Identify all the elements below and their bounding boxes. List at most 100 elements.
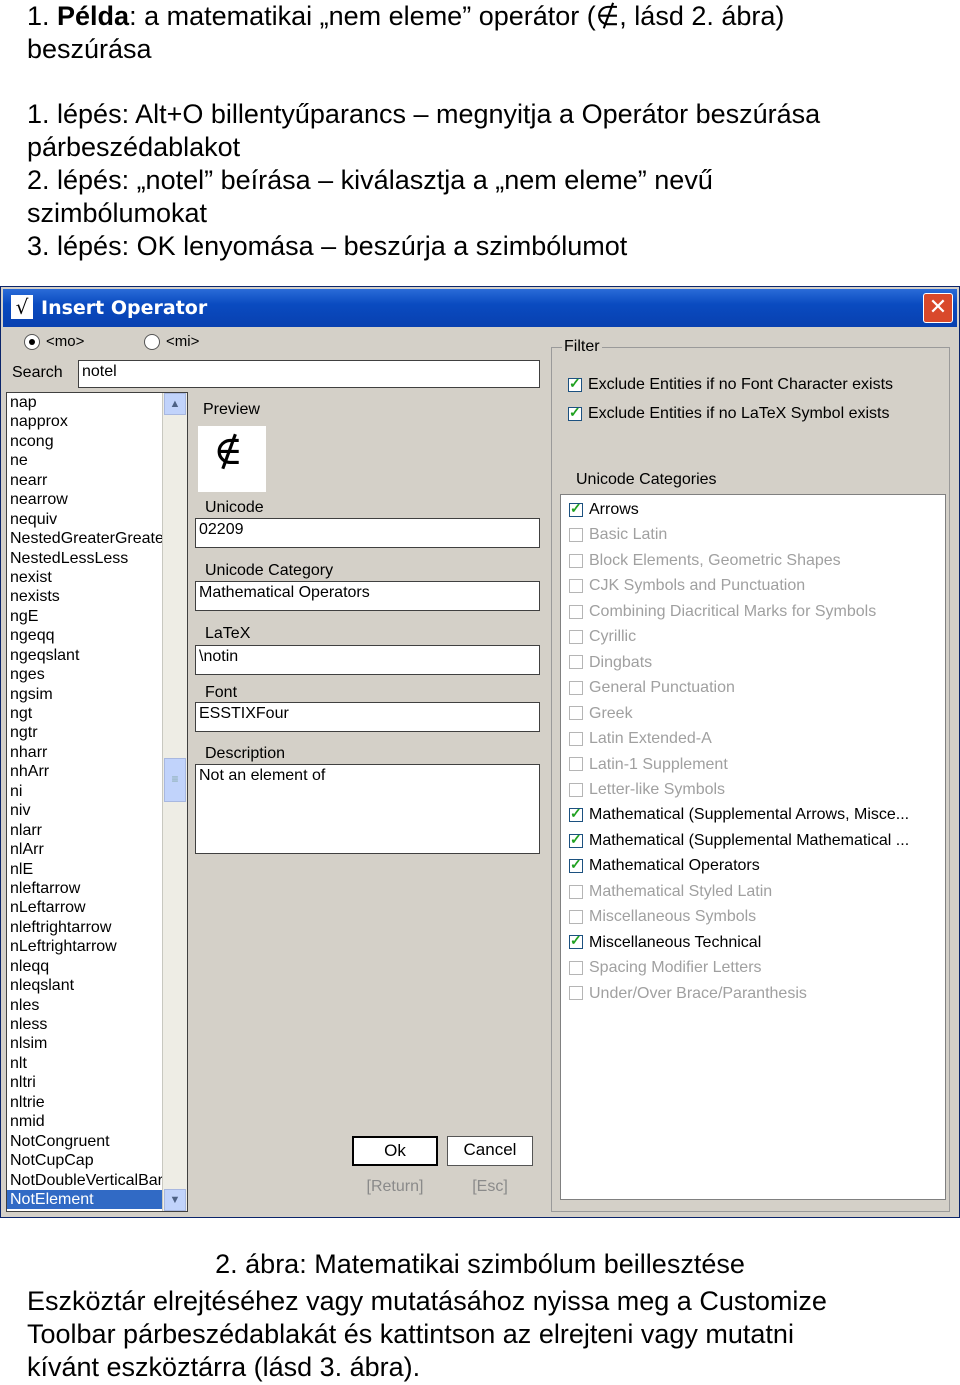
category-checkbox[interactable]: Mathematical (Supplemental Mathematical … xyxy=(569,831,909,850)
list-item[interactable]: nmid xyxy=(7,1112,163,1131)
list-item[interactable]: nequiv xyxy=(7,510,163,529)
list-item[interactable]: nhArr xyxy=(7,762,163,781)
checkbox-checked-icon[interactable] xyxy=(568,375,582,392)
list-item[interactable]: nlt xyxy=(7,1054,163,1073)
entity-list-items[interactable]: nap napprox ncong ne nearr nearrow nequiv Neste… xyxy=(7,393,163,1210)
category-checkbox[interactable]: Miscellaneous Symbols xyxy=(569,908,756,926)
list-item[interactable]: napprox xyxy=(7,412,163,431)
category-checkbox[interactable]: Greek xyxy=(569,705,633,723)
category-checkbox[interactable]: Combining Diacritical Marks for Symbols xyxy=(569,603,876,621)
list-item[interactable]: nges xyxy=(7,665,163,684)
list-scrollbar[interactable]: ▲ ≡ ▼ xyxy=(162,393,187,1211)
checkbox-unchecked-icon[interactable] xyxy=(569,655,583,670)
list-item[interactable]: nearrow xyxy=(7,490,163,509)
list-item[interactable]: ngeqslant xyxy=(7,646,163,665)
list-item[interactable]: nleqq xyxy=(7,957,163,976)
category-checkbox[interactable]: Mathematical (Supplemental Arrows, Misce… xyxy=(569,805,909,824)
list-item[interactable]: nexists xyxy=(7,587,163,606)
ok-button[interactable]: Ok xyxy=(352,1136,438,1166)
scroll-down-icon[interactable]: ▼ xyxy=(164,1189,186,1211)
checkbox-unchecked-icon[interactable] xyxy=(569,909,583,924)
checkbox-checked-icon[interactable] xyxy=(569,500,583,517)
radio-mo-dot[interactable] xyxy=(24,334,40,351)
list-item[interactable]: nltri xyxy=(7,1073,163,1092)
checkbox-unchecked-icon[interactable] xyxy=(569,630,583,645)
search-input[interactable]: notel xyxy=(78,360,540,388)
checkbox-unchecked-icon[interactable] xyxy=(569,782,583,797)
checkbox-checked-icon[interactable] xyxy=(569,831,583,848)
radio-mi-dot[interactable] xyxy=(144,334,160,351)
checkbox-unchecked-icon[interactable] xyxy=(569,528,583,543)
checkbox-unchecked-icon[interactable] xyxy=(569,706,583,721)
list-item[interactable]: ni xyxy=(7,782,163,801)
exclude-latex-checkbox[interactable]: Exclude Entities if no LaTeX Symbol exis… xyxy=(568,404,889,423)
category-checkbox[interactable]: Arrows xyxy=(569,500,639,519)
list-item[interactable]: nLeftrightarrow xyxy=(7,937,163,956)
close-button[interactable]: ✕ xyxy=(923,293,953,323)
list-item[interactable]: nleftrightarrow xyxy=(7,918,163,937)
checkbox-unchecked-icon[interactable] xyxy=(569,604,583,619)
category-checkbox[interactable]: Spacing Modifier Letters xyxy=(569,959,762,977)
list-item[interactable]: nltrie xyxy=(7,1093,163,1112)
unicode-category-field[interactable]: Mathematical Operators xyxy=(195,581,540,611)
category-checkbox[interactable]: Basic Latin xyxy=(569,526,667,544)
dialog-titlebar[interactable]: √ Insert Operator ✕ xyxy=(3,289,957,327)
cancel-button[interactable]: Cancel xyxy=(447,1136,533,1166)
list-item[interactable]: NestedLessLess xyxy=(7,549,163,568)
checkbox-unchecked-icon[interactable] xyxy=(569,757,583,772)
category-checkbox[interactable]: Block Elements, Geometric Shapes xyxy=(569,552,841,570)
category-checkbox[interactable]: Cyrillic xyxy=(569,628,636,646)
checkbox-unchecked-icon[interactable] xyxy=(569,960,583,975)
list-item[interactable]: nlarr xyxy=(7,821,163,840)
latex-field[interactable]: \notin xyxy=(195,645,540,675)
list-item[interactable]: nlsim xyxy=(7,1034,163,1053)
entity-list[interactable]: nap napprox ncong ne nearr nearrow nequiv Neste… xyxy=(6,392,188,1212)
category-checkbox[interactable]: Under/Over Brace/Paranthesis xyxy=(569,985,807,1003)
list-item[interactable]: nlE xyxy=(7,860,163,879)
list-item[interactable]: NotElement xyxy=(7,1189,163,1210)
list-item[interactable]: nharr xyxy=(7,743,163,762)
list-item[interactable]: nap xyxy=(7,393,163,412)
category-checkbox[interactable]: Mathematical Operators xyxy=(569,856,760,875)
category-checkbox[interactable]: Latin-1 Supplement xyxy=(569,756,728,774)
list-item[interactable]: ngsim xyxy=(7,685,163,704)
unicode-categories-list[interactable]: Arrows Basic Latin Block Elements, Geometr… xyxy=(560,494,946,1200)
list-item[interactable]: niv xyxy=(7,801,163,820)
list-item[interactable]: NotDoubleVerticalBar xyxy=(7,1171,163,1190)
radio-mo[interactable]: <mo> xyxy=(24,333,84,351)
checkbox-unchecked-icon[interactable] xyxy=(569,680,583,695)
checkbox-checked-icon[interactable] xyxy=(569,932,583,950)
category-checkbox[interactable]: Miscellaneous Technical xyxy=(569,932,761,952)
list-item[interactable]: ncong xyxy=(7,432,163,451)
category-checkbox[interactable]: Latin Extended-A xyxy=(569,730,712,748)
checkbox-unchecked-icon[interactable] xyxy=(569,884,583,899)
list-item[interactable]: NestedGreaterGreater xyxy=(7,529,163,548)
radio-mi[interactable]: <mi> xyxy=(144,333,199,351)
checkbox-unchecked-icon[interactable] xyxy=(569,731,583,746)
list-item[interactable]: ngeqq xyxy=(7,626,163,645)
list-item[interactable]: nexist xyxy=(7,568,163,587)
category-checkbox[interactable]: Mathematical Styled Latin xyxy=(569,883,772,901)
category-checkbox[interactable]: CJK Symbols and Punctuation xyxy=(569,577,805,595)
list-item[interactable]: nlArr xyxy=(7,840,163,859)
checkbox-checked-icon[interactable] xyxy=(568,404,582,421)
list-item[interactable]: NotCongruent xyxy=(7,1132,163,1151)
checkbox-checked-icon[interactable] xyxy=(569,805,583,823)
list-item[interactable]: ne xyxy=(7,451,163,470)
list-item[interactable]: ngE xyxy=(7,607,163,626)
list-item[interactable]: nearr xyxy=(7,471,163,490)
unicode-field[interactable]: 02209 xyxy=(195,518,540,548)
checkbox-unchecked-icon[interactable] xyxy=(569,553,583,568)
category-checkbox[interactable]: General Punctuation xyxy=(569,679,735,697)
list-item[interactable]: nless xyxy=(7,1015,163,1034)
description-field[interactable]: Not an element of xyxy=(195,764,540,854)
list-item[interactable]: nLeftarrow xyxy=(7,898,163,917)
checkbox-checked-icon[interactable] xyxy=(569,856,583,874)
checkbox-unchecked-icon[interactable] xyxy=(569,986,583,1001)
list-item[interactable]: NotCupCap xyxy=(7,1151,163,1170)
category-checkbox[interactable]: Dingbats xyxy=(569,654,652,672)
list-item[interactable]: nles xyxy=(7,996,163,1015)
list-item[interactable]: nleqslant xyxy=(7,976,163,995)
scroll-thumb[interactable]: ≡ xyxy=(164,758,186,802)
font-field[interactable]: ESSTIXFour xyxy=(195,702,540,732)
